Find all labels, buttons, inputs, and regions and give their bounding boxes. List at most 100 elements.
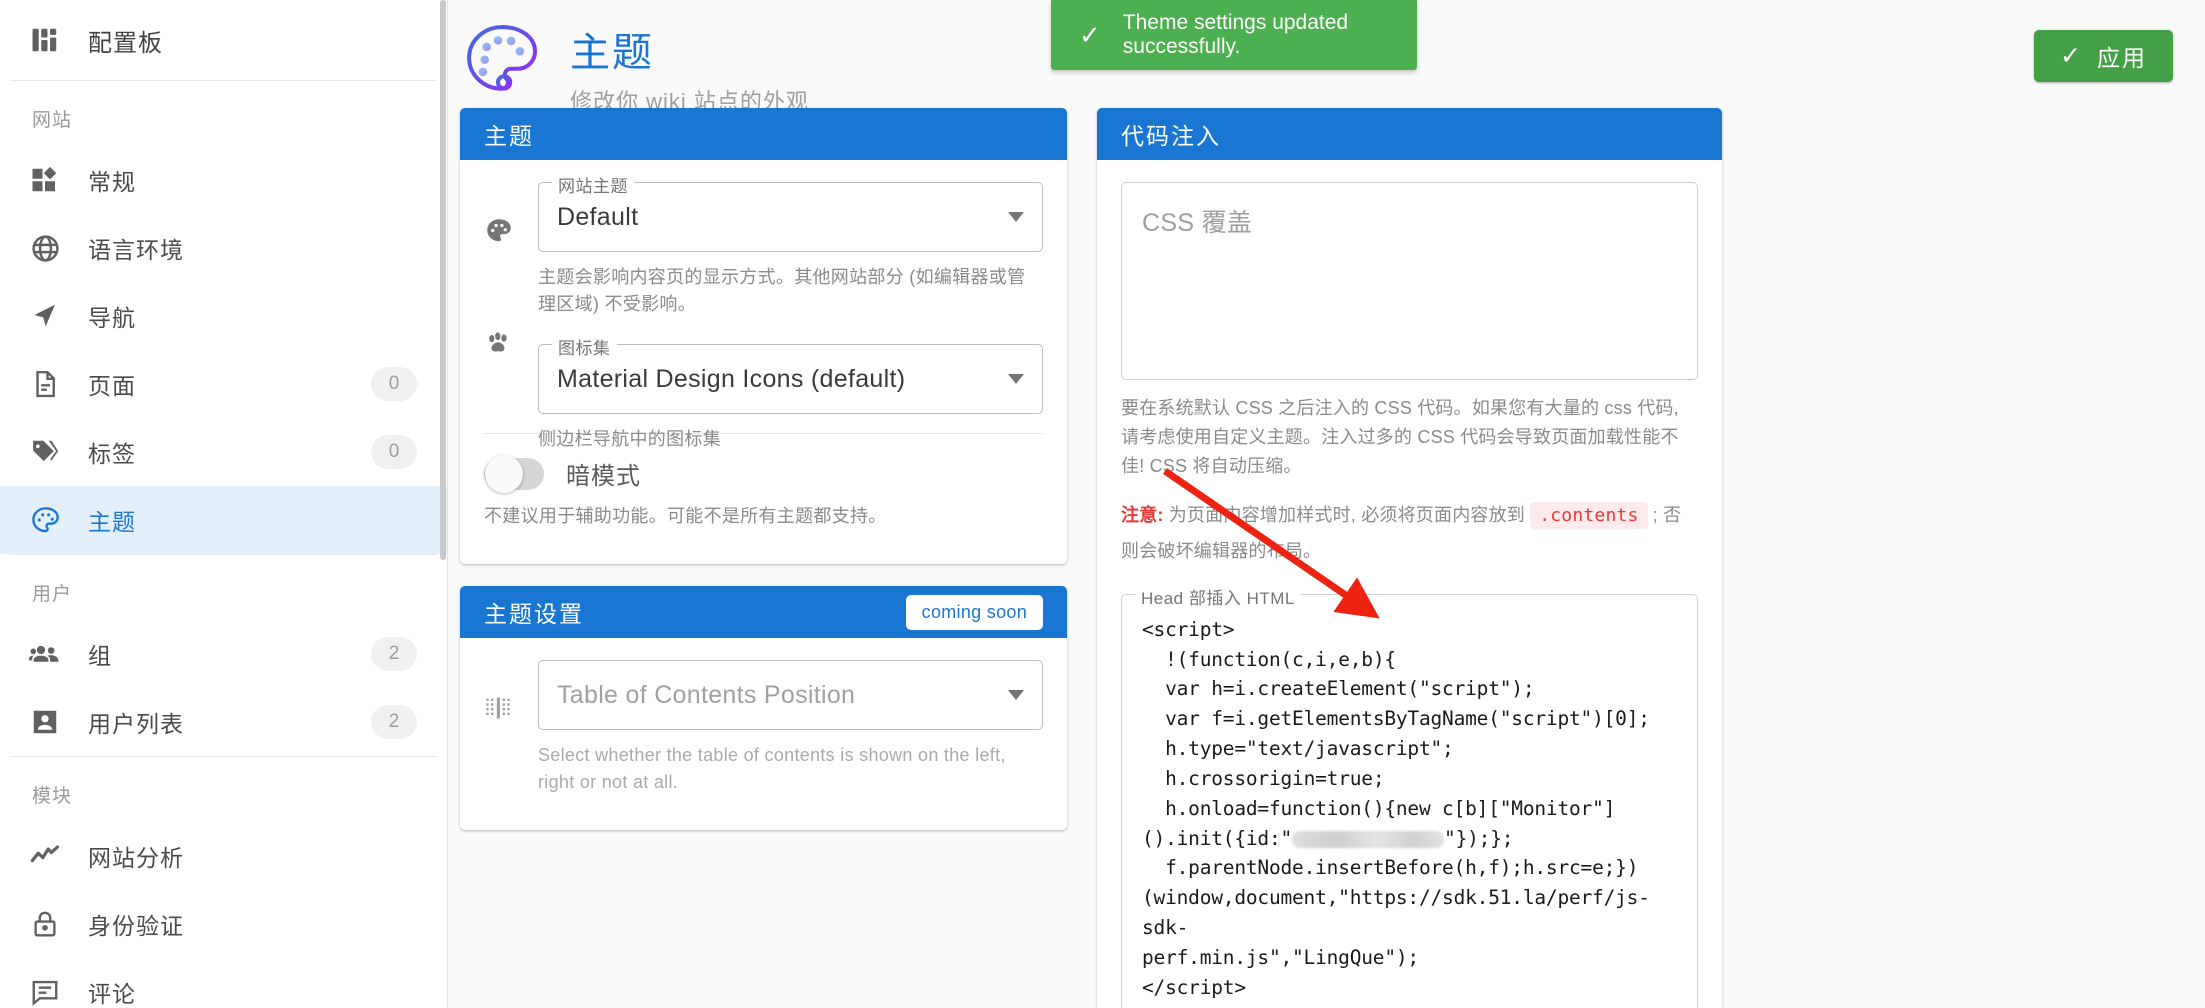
sidebar-item-label: 页面 xyxy=(88,373,136,399)
theme-settings-title: 主题设置 xyxy=(484,601,584,627)
check-icon: ✓ xyxy=(2060,42,2083,70)
widgets-icon xyxy=(28,163,62,197)
palette-icon xyxy=(484,182,518,251)
left-column: 主题 网站主题 Default 主题会影响内容页的显示方式。其他网站部分 (如编… xyxy=(460,108,1085,1008)
sidebar-item-user-list[interactable]: 用户列表 2 xyxy=(0,688,447,756)
toc-hint: Select whether the table of contents is … xyxy=(538,745,1006,792)
toc-position-select[interactable]: Table of Contents Position xyxy=(538,660,1043,730)
sidebar-item-badge: 0 xyxy=(371,367,417,401)
theme-card-header: 主题 xyxy=(460,108,1067,160)
redacted-id xyxy=(1292,830,1445,848)
sidebar-item-label: 主题 xyxy=(88,509,136,535)
icon-set-legend: 图标集 xyxy=(552,334,617,359)
sidebar-item-groups[interactable]: 组 2 xyxy=(0,620,447,688)
theme-card-body: 网站主题 Default 主题会影响内容页的显示方式。其他网站部分 (如编辑器或… xyxy=(460,160,1067,564)
palette-icon xyxy=(28,503,62,537)
sidebar-item-badge: 2 xyxy=(371,705,417,739)
toc-field: Table of Contents Position Select whethe… xyxy=(538,660,1043,822)
group-icon xyxy=(28,637,62,671)
site-theme-row: 网站主题 Default 主题会影响内容页的显示方式。其他网站部分 (如编辑器或… xyxy=(484,172,1043,479)
site-theme-field: 网站主题 Default 主题会影响内容页的显示方式。其他网站部分 (如编辑器或… xyxy=(538,172,1043,479)
toggle-knob xyxy=(485,454,523,493)
page-title: 主题 xyxy=(570,31,654,75)
sidebar-section-site: 网站 xyxy=(32,110,73,131)
chevron-down-icon xyxy=(1008,690,1024,700)
dark-mode-toggle[interactable] xyxy=(484,454,544,493)
paw-icon xyxy=(484,327,518,362)
css-override-textarea[interactable]: CSS 覆盖 xyxy=(1121,182,1698,380)
sidebar-item-label: 语言环境 xyxy=(88,237,184,263)
sidebar-item-label: 评论 xyxy=(88,981,136,1007)
theme-card: 主题 网站主题 Default 主题会影响内容页的显示方式。其他网站部分 (如编… xyxy=(460,108,1067,564)
lock-icon xyxy=(28,907,62,941)
head-html-textarea[interactable]: Head 部插入 HTML <script> !(function(c,i,e,… xyxy=(1121,583,1698,1008)
sidebar-scrollbar[interactable] xyxy=(440,0,446,560)
sidebar-item-theme[interactable]: 主题 xyxy=(0,486,447,554)
sidebar-item-pages[interactable]: 页面 0 xyxy=(0,350,447,418)
chevron-down-icon xyxy=(1008,212,1024,222)
contents-code-chip: .contents xyxy=(1530,502,1648,530)
site-theme-value: Default xyxy=(557,202,639,231)
icon-set-select[interactable]: 图标集 Material Design Icons (default) xyxy=(538,334,1043,414)
sidebar-item-label: 组 xyxy=(88,643,112,669)
dark-mode-label: 暗模式 xyxy=(566,463,641,490)
css-warning: 注意: 为页面内容增加样式时, 必须将页面内容放到 .contents ; 否则… xyxy=(1121,498,1698,567)
apply-button-label: 应用 xyxy=(2097,45,2147,71)
sidebar-item-label: 网站分析 xyxy=(88,845,184,871)
sidebar-item-tags[interactable]: 标签 0 xyxy=(0,418,447,486)
code-injection-body: CSS 覆盖 要在系统默认 CSS 之后注入的 CSS 代码。如果您有大量的 c… xyxy=(1097,160,1722,1008)
sidebar-section-users: 用户 xyxy=(32,584,73,605)
sidebar-item-label: 标签 xyxy=(88,441,136,467)
sidebar-item-comments[interactable]: 评论 xyxy=(0,958,447,1008)
app-root: 配置板 网站 常规 语言环境 导航 页面 0 标签 0 主题 用户 组 2 用户… xyxy=(0,0,2205,1008)
toast-message: Theme settings updated successfully. xyxy=(1122,11,1349,58)
navigation-icon xyxy=(28,299,62,333)
chart-line-icon xyxy=(28,839,62,873)
sidebar-section-modules: 模块 xyxy=(32,786,73,807)
icon-set-hint: 侧边栏导航中的图标集 xyxy=(538,429,721,449)
sidebar-brand[interactable]: 配置板 xyxy=(0,0,447,80)
settings-columns: 主题 网站主题 Default 主题会影响内容页的显示方式。其他网站部分 (如编… xyxy=(448,108,2205,1008)
site-theme-select[interactable]: 网站主题 Default xyxy=(538,172,1043,252)
sidebar-item-label: 导航 xyxy=(88,305,136,331)
coming-soon-badge: coming soon xyxy=(905,594,1043,630)
palette-color-icon xyxy=(460,18,544,102)
head-html-legend: Head 部插入 HTML xyxy=(1135,583,1301,609)
icon-set-value: Material Design Icons (default) xyxy=(557,364,906,393)
apply-button[interactable]: ✓ 应用 xyxy=(2034,30,2173,82)
head-html-code: <script> !(function(c,i,e,b){ var h=i.cr… xyxy=(1142,615,1677,1003)
site-theme-hint: 主题会影响内容页的显示方式。其他网站部分 (如编辑器或管理区域) 不受影响。 xyxy=(538,267,1026,314)
dashboard-icon xyxy=(28,23,62,57)
theme-settings-body: Table of Contents Position Select whethe… xyxy=(460,638,1067,830)
sidebar-brand-label: 配置板 xyxy=(88,29,163,57)
right-column: 代码注入 CSS 覆盖 要在系统默认 CSS 之后注入的 CSS 代码。如果您有… xyxy=(1097,108,1722,1008)
sidebar-item-auth[interactable]: 身份验证 xyxy=(0,890,447,958)
css-warning-prefix: 注意: xyxy=(1121,505,1164,526)
theme-card-title: 主题 xyxy=(484,123,534,149)
sidebar-item-analytics[interactable]: 网站分析 xyxy=(0,822,447,890)
check-icon: ✓ xyxy=(1079,19,1101,50)
sidebar-item-navigation[interactable]: 导航 xyxy=(0,282,447,350)
css-override-placeholder: CSS 覆盖 xyxy=(1142,209,1253,237)
page-icon xyxy=(28,367,62,401)
code-injection-title: 代码注入 xyxy=(1121,123,1221,149)
sidebar-item-locale[interactable]: 语言环境 xyxy=(0,214,447,282)
code-injection-card: 代码注入 CSS 覆盖 要在系统默认 CSS 之后注入的 CSS 代码。如果您有… xyxy=(1097,108,1722,1008)
sidebar-item-general[interactable]: 常规 xyxy=(0,146,447,214)
sidebar-item-label: 用户列表 xyxy=(88,711,184,737)
toc-position-value: Table of Contents Position xyxy=(557,680,856,709)
site-theme-legend: 网站主题 xyxy=(552,172,634,197)
sidebar-item-label: 常规 xyxy=(88,169,136,195)
success-toast: ✓ Theme settings updated successfully. xyxy=(1051,0,1417,70)
account-box-icon xyxy=(28,705,62,739)
toc-row: Table of Contents Position Select whethe… xyxy=(484,660,1043,822)
sidebar-item-badge: 0 xyxy=(371,435,417,469)
theme-settings-card: 主题设置 coming soon Table of Contents Posit… xyxy=(460,586,1067,830)
head-html-code-after: "});}; f.parentNode.insertBefore(h,f);h.… xyxy=(1142,826,1650,999)
code-injection-header: 代码注入 xyxy=(1097,108,1722,160)
chevron-down-icon xyxy=(1008,374,1024,384)
sidebar-item-badge: 2 xyxy=(371,637,417,671)
css-warning-part1: 为页面内容增加样式时, 必须将页面内容放到 xyxy=(1163,505,1531,526)
head-html-code-before: <script> !(function(c,i,e,b){ var h=i.cr… xyxy=(1142,617,1650,850)
sidebar: 配置板 网站 常规 语言环境 导航 页面 0 标签 0 主题 用户 组 2 用户… xyxy=(0,0,448,1008)
